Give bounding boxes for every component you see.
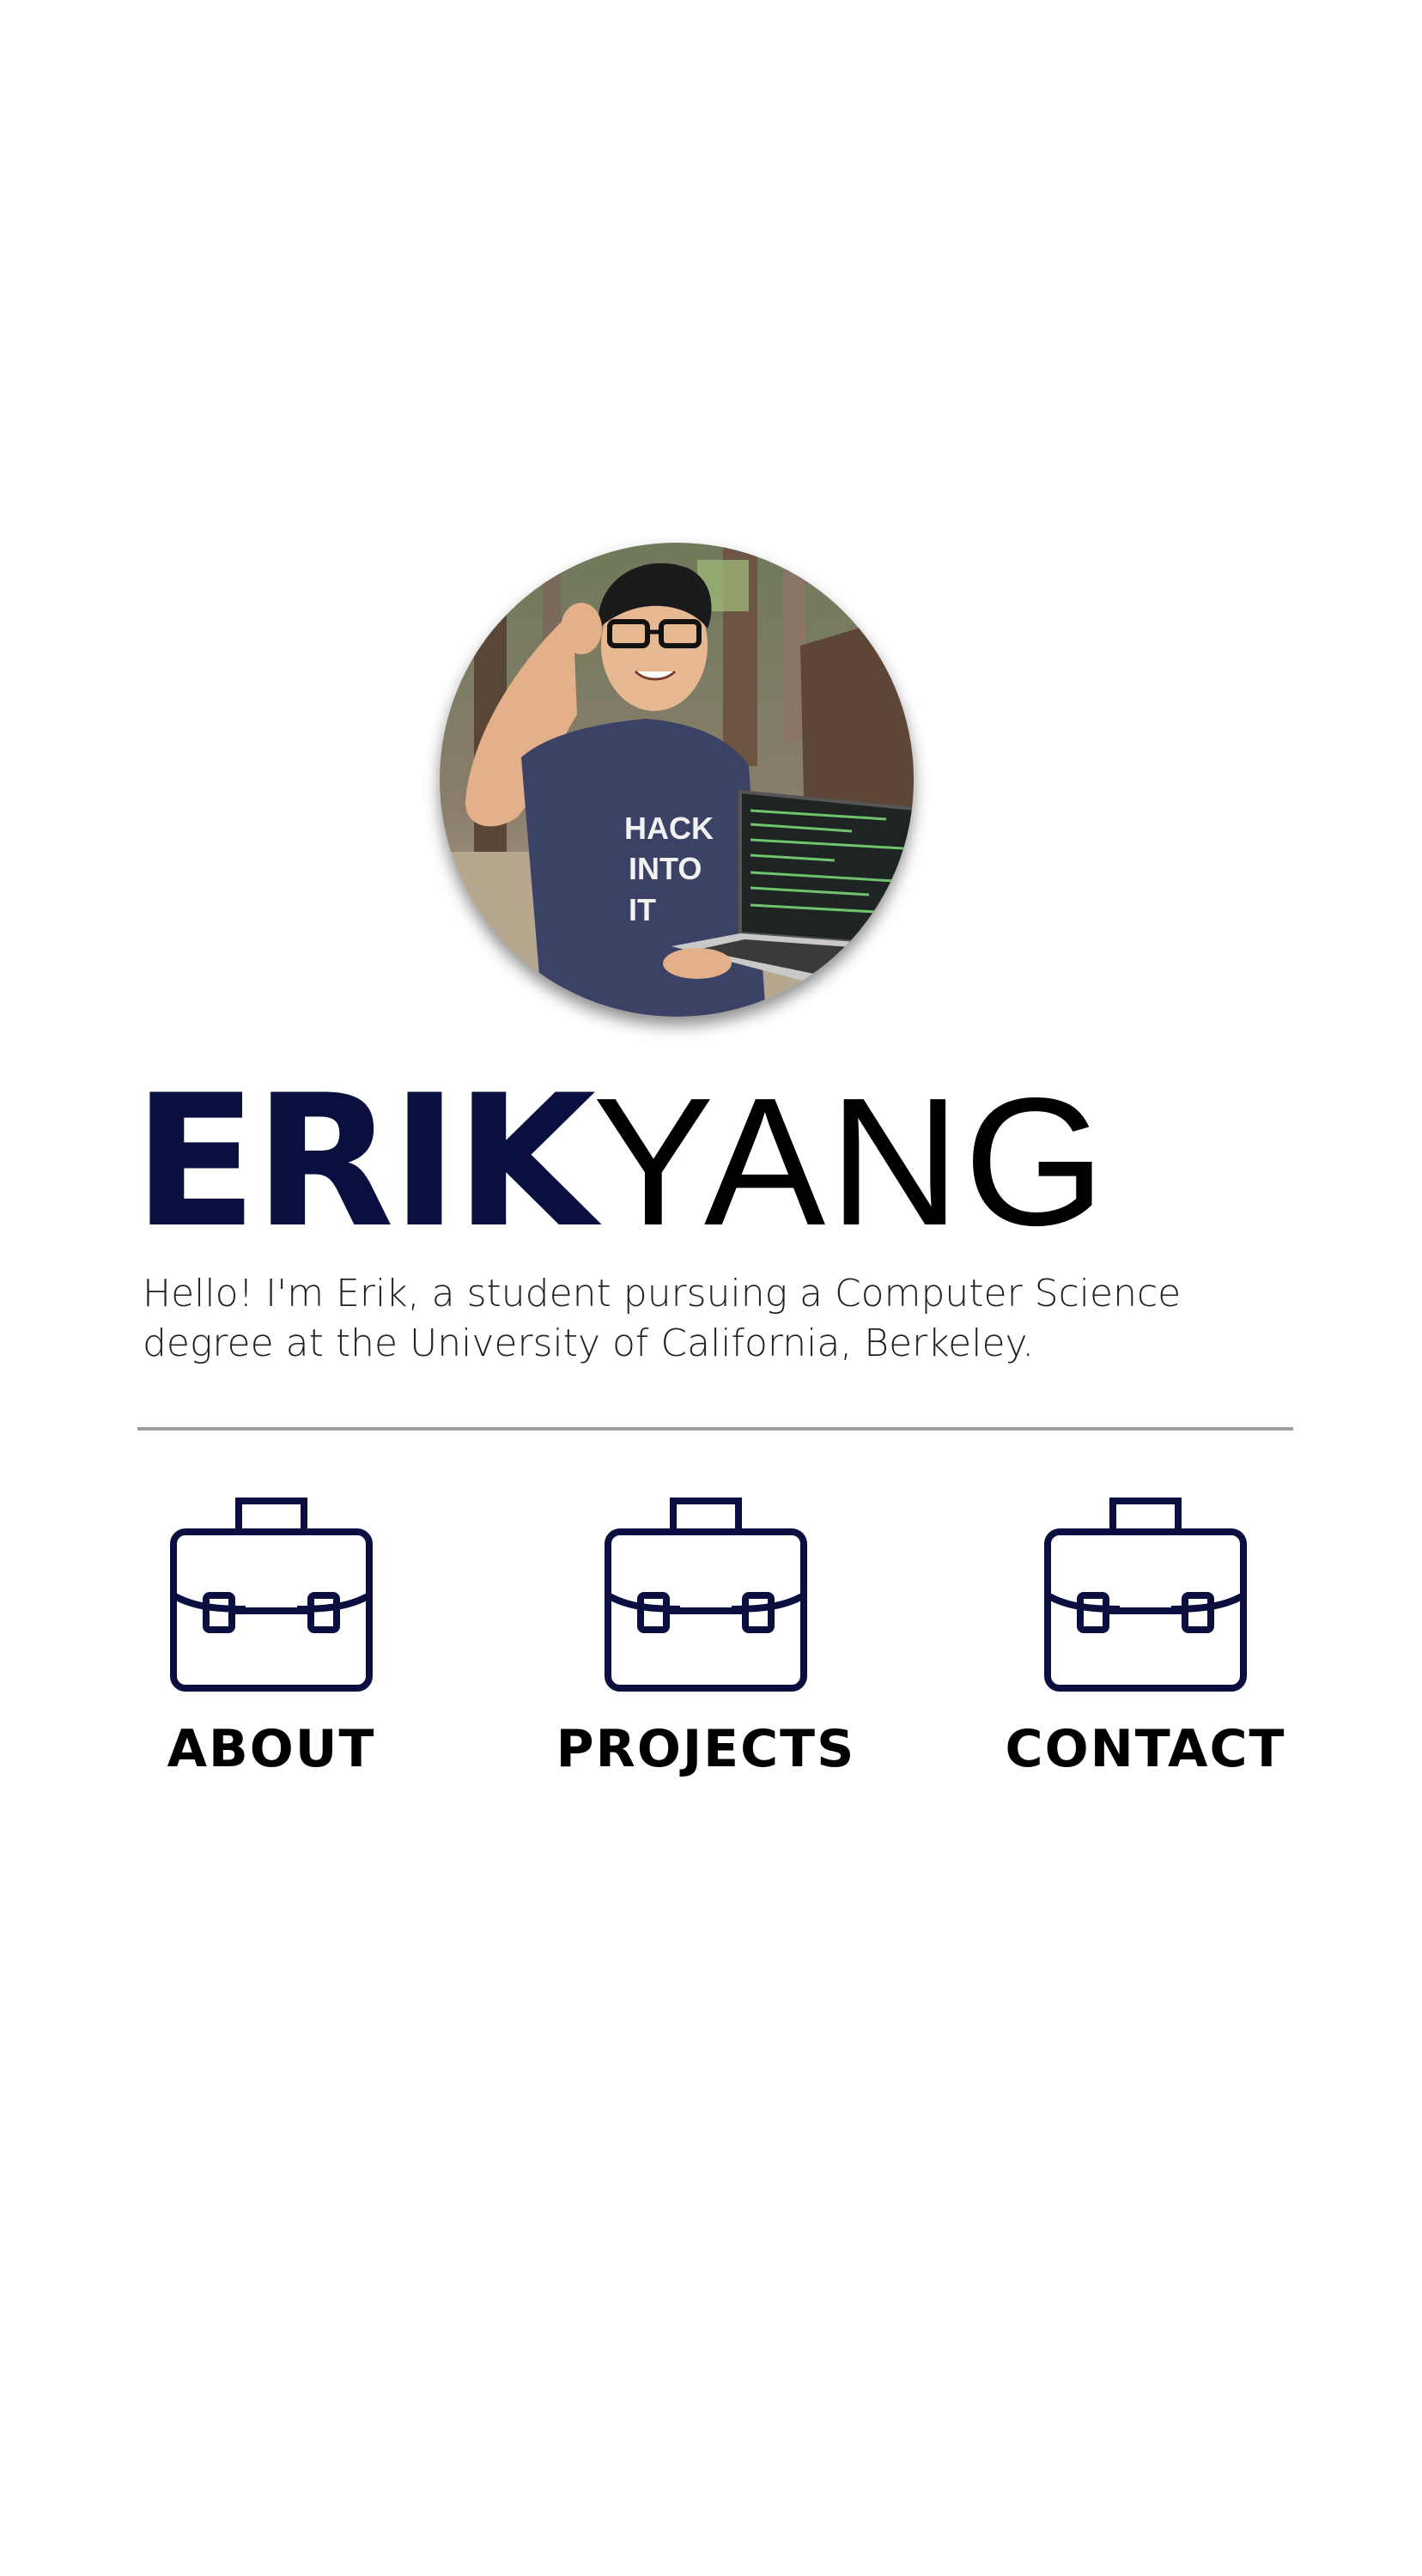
briefcase-icon <box>603 1494 809 1693</box>
first-name: ERIK <box>133 1055 596 1267</box>
shirt-text-line-2: INTO <box>629 851 702 886</box>
last-name: YANG <box>592 1060 1109 1263</box>
nav-contact[interactable]: CONTACT <box>965 1494 1326 1786</box>
shirt-text-line-1: HACK <box>624 811 714 846</box>
nav-about-label: ABOUT <box>167 1719 376 1779</box>
shirt-text-line-3: IT <box>629 892 656 927</box>
nav-about[interactable]: ABOUT <box>91 1494 452 1786</box>
nav-contact-label: CONTACT <box>1005 1719 1286 1779</box>
profile-photo: HACK INTO IT <box>440 543 914 1017</box>
site-title: ERIKYANG <box>133 1063 1318 1261</box>
intro-text: Hello! I'm Erik, a student pursuing a Co… <box>143 1272 1182 1365</box>
briefcase-icon <box>168 1494 374 1693</box>
home-page: HACK INTO IT ERIKYANG Hello! I'm Erik, a… <box>0 0 1422 2576</box>
divider <box>137 1427 1293 1431</box>
profile-photo-image: HACK INTO IT <box>440 543 914 1017</box>
briefcase-icon <box>1042 1494 1249 1693</box>
nav-projects[interactable]: PROJECTS <box>526 1494 886 1786</box>
main-nav: ABOUT PROJECTS CONTACT <box>0 1494 1422 1786</box>
nav-projects-label: PROJECTS <box>556 1719 856 1779</box>
